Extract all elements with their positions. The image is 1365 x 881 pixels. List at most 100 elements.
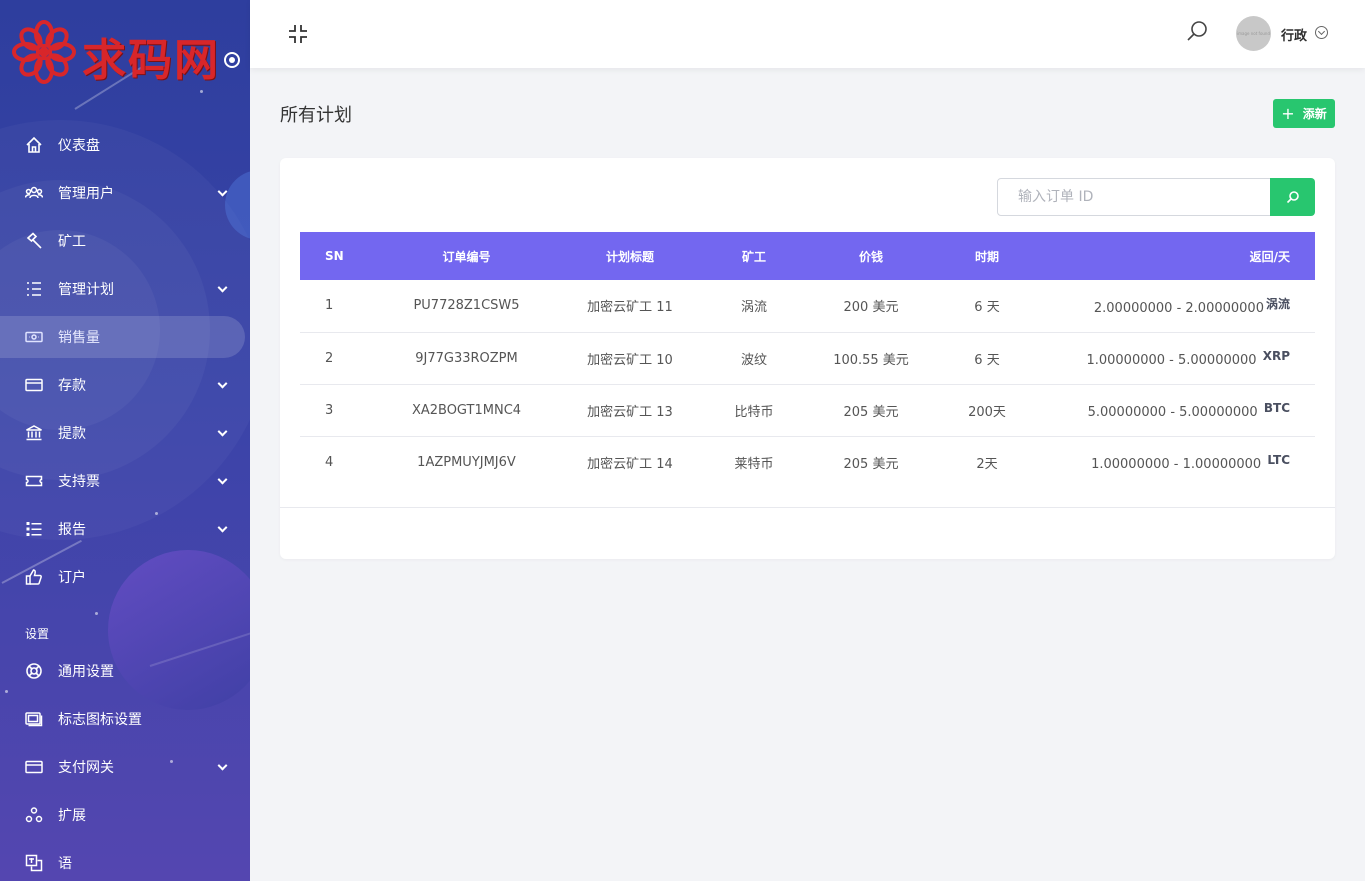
cell-period: 2天 bbox=[976, 456, 998, 472]
avatar[interactable]: image not found bbox=[1236, 16, 1271, 51]
sidebar-item-label: 管理用户 bbox=[58, 186, 114, 202]
bank-icon bbox=[25, 424, 43, 442]
chevron-down-icon bbox=[217, 378, 228, 389]
order-id-search-input[interactable] bbox=[997, 178, 1271, 216]
plans-table: SN 订单编号 计划标题 矿工 价钱 时期 返回/天 1 PU7728Z1CSW… bbox=[300, 232, 1315, 488]
sidebar: 求码网 仪表盘 管理用户 矿工 管理计划 销售量 存款 提款 支持票 报告 订户… bbox=[0, 0, 250, 881]
sidebar-item-manage-plans[interactable]: 管理计划 bbox=[0, 265, 250, 313]
cell-return-per-day: 5.00000000 - 5.00000000 BTC bbox=[1045, 384, 1315, 436]
brand-logo-text: 求码网 bbox=[82, 35, 220, 86]
cell-miner: 比特币 bbox=[734, 404, 774, 420]
cell-sn: 4 bbox=[325, 454, 334, 470]
chevron-down-icon[interactable] bbox=[1315, 26, 1328, 39]
cell-order-number: 1AZPMUYJMJ6V bbox=[417, 454, 516, 470]
sidebar-item-extensions[interactable]: 扩展 bbox=[0, 791, 250, 839]
sidebar-item-subscribers[interactable]: 订户 bbox=[0, 553, 250, 601]
search-icon bbox=[1286, 191, 1299, 204]
settings-section-label: 设置 bbox=[25, 627, 50, 641]
cell-plan-title: 加密云矿工 10 bbox=[587, 352, 673, 368]
fullscreen-exit-icon[interactable] bbox=[286, 22, 310, 46]
user-name[interactable]: 行政 bbox=[1281, 25, 1307, 44]
coin-code: 涡流 bbox=[1265, 297, 1290, 312]
table-row: 2 9J77G33ROZPM 加密云矿工 10 波纹 100.55 美元 6 天… bbox=[300, 332, 1315, 384]
column-header-miner: 矿工 bbox=[741, 249, 766, 264]
sidebar-toggle-button[interactable] bbox=[224, 52, 240, 68]
column-header-period: 时期 bbox=[974, 249, 999, 264]
return-range: 1.00000000 - 5.00000000 bbox=[1086, 352, 1257, 368]
cell-period: 200天 bbox=[968, 404, 1006, 420]
chevron-down-icon bbox=[217, 186, 228, 197]
cell-sn: 1 bbox=[325, 298, 334, 314]
cell-period: 6 天 bbox=[974, 352, 1000, 368]
column-header-return-per-day: 返回/天 bbox=[1249, 249, 1290, 264]
card-icon bbox=[25, 758, 43, 776]
sidebar-item-deposits[interactable]: 存款 bbox=[0, 361, 250, 409]
table-header-row: SN 订单编号 计划标题 矿工 价钱 时期 返回/天 bbox=[300, 232, 1315, 280]
extension-icon bbox=[25, 806, 43, 824]
cell-order-number: 9J77G33ROZPM bbox=[415, 350, 518, 366]
sidebar-item-support-tickets[interactable]: 支持票 bbox=[0, 457, 250, 505]
flower-logo-icon bbox=[12, 20, 76, 84]
cell-plan-title: 加密云矿工 11 bbox=[587, 300, 673, 316]
sidebar-item-manage-users[interactable]: 管理用户 bbox=[0, 169, 250, 217]
sidebar-item-label: 语 bbox=[58, 856, 72, 872]
thumb-icon bbox=[25, 568, 43, 586]
chevron-down-icon bbox=[217, 426, 228, 437]
card-icon bbox=[25, 376, 43, 394]
card-footer-divider bbox=[280, 507, 1335, 508]
ticket-icon bbox=[25, 472, 43, 490]
sidebar-item-logo-settings[interactable]: 标志图标设置 bbox=[0, 695, 250, 743]
sidebar-item-withdrawals[interactable]: 提款 bbox=[0, 409, 250, 457]
search-button[interactable] bbox=[1270, 178, 1315, 216]
sidebar-item-label: 通用设置 bbox=[58, 664, 114, 680]
sidebar-item-general-settings[interactable]: 通用设置 bbox=[0, 647, 250, 695]
column-header-plan-title: 计划标题 bbox=[605, 249, 654, 264]
home-icon bbox=[25, 136, 43, 154]
sidebar-menu: 仪表盘 管理用户 矿工 管理计划 销售量 存款 提款 支持票 报告 订户 设置 … bbox=[0, 121, 250, 881]
cell-order-number: XA2BOGT1MNC4 bbox=[411, 402, 522, 418]
sidebar-item-label: 支持票 bbox=[58, 474, 100, 490]
coin-code: XRP bbox=[1262, 348, 1290, 363]
chevron-down-icon bbox=[217, 760, 228, 771]
cell-plan-title: 加密云矿工 14 bbox=[587, 456, 673, 472]
cell-return-per-day: 1.00000000 - 5.00000000 XRP bbox=[1045, 332, 1315, 384]
chevron-down-icon bbox=[217, 474, 228, 485]
sidebar-item-dashboard[interactable]: 仪表盘 bbox=[0, 121, 250, 169]
return-range: 5.00000000 - 5.00000000 bbox=[1087, 404, 1258, 420]
cash-icon bbox=[25, 328, 43, 346]
add-new-label: 添新 bbox=[1302, 107, 1327, 121]
users-icon bbox=[25, 184, 43, 202]
add-new-button[interactable]: + 添新 bbox=[1273, 99, 1335, 128]
sidebar-item-sales[interactable]: 销售量 bbox=[0, 316, 245, 358]
cell-price: 100.55 美元 bbox=[833, 352, 909, 368]
table-row: 4 1AZPMUYJMJ6V 加密云矿工 14 莱特币 205 美元 2天 1.… bbox=[300, 436, 1315, 488]
hammer-icon bbox=[25, 232, 43, 250]
cell-period: 6 天 bbox=[974, 300, 1000, 316]
report-icon bbox=[25, 520, 43, 538]
cell-plan-title: 加密云矿工 13 bbox=[587, 404, 673, 420]
cell-price: 205 美元 bbox=[843, 404, 899, 420]
column-header-price: 价钱 bbox=[858, 249, 883, 264]
sidebar-item-miner[interactable]: 矿工 bbox=[0, 217, 250, 265]
chevron-down-icon bbox=[217, 282, 228, 293]
page-title: 所有计划 bbox=[280, 105, 352, 126]
sidebar-item-language[interactable]: 语 bbox=[0, 839, 250, 881]
sidebar-item-label: 矿工 bbox=[58, 234, 86, 250]
sidebar-item-label: 仪表盘 bbox=[58, 138, 100, 154]
list-icon bbox=[25, 280, 43, 298]
sidebar-item-payment-gateways[interactable]: 支付网关 bbox=[0, 743, 250, 791]
cell-return-per-day: 1.00000000 - 1.00000000 LTC bbox=[1045, 436, 1315, 488]
chevron-down-icon bbox=[217, 522, 228, 533]
sidebar-item-label: 销售量 bbox=[58, 330, 100, 346]
plans-card: SN 订单编号 计划标题 矿工 价钱 时期 返回/天 1 PU7728Z1CSW… bbox=[280, 158, 1335, 559]
search-icon[interactable] bbox=[1185, 20, 1209, 44]
cell-miner: 莱特币 bbox=[734, 456, 774, 472]
table-row: 3 XA2BOGT1MNC4 加密云矿工 13 比特币 205 美元 200天 … bbox=[300, 384, 1315, 436]
lifebuoy-icon bbox=[25, 662, 43, 680]
brand-logo[interactable]: 求码网 bbox=[12, 18, 242, 86]
cell-sn: 3 bbox=[325, 402, 334, 418]
coin-code: BTC bbox=[1263, 400, 1290, 415]
coin-code: LTC bbox=[1267, 452, 1290, 467]
star-decoration bbox=[200, 90, 203, 93]
sidebar-item-reports[interactable]: 报告 bbox=[0, 505, 250, 553]
